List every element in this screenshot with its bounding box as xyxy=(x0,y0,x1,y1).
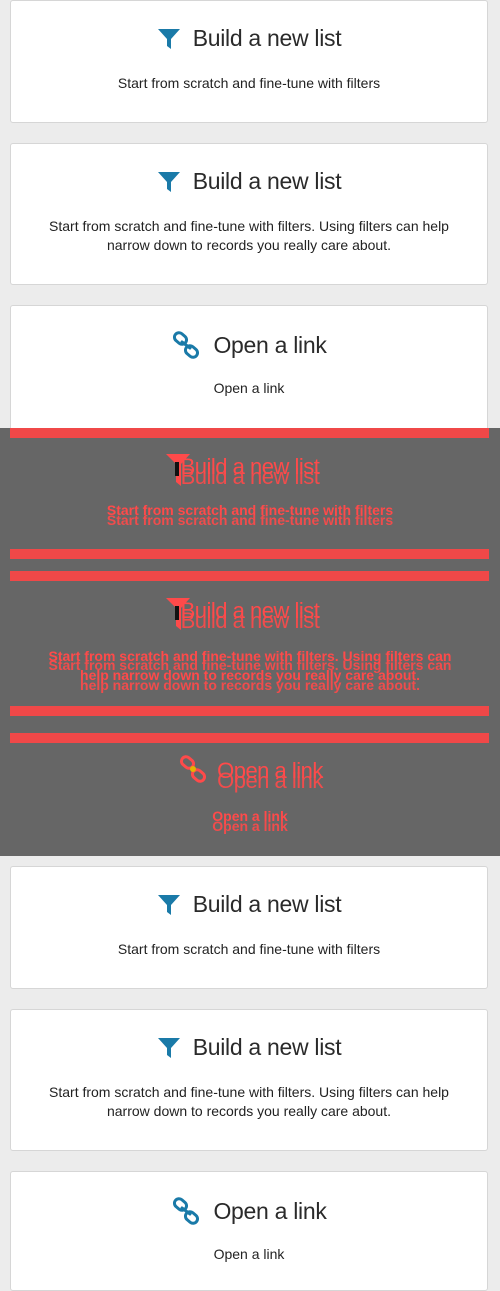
overlay-card-description: help narrow down to records you really c… xyxy=(80,677,420,693)
action-card-build-list[interactable]: Build a new list Start from scratch and … xyxy=(10,143,488,285)
overlay-card-title: Open a link xyxy=(217,768,323,793)
card-title: Build a new list xyxy=(11,168,487,195)
overlay-card-title: Build a new list xyxy=(180,464,320,489)
overlay-band: Build a new list Build a new list Start … xyxy=(0,428,500,856)
card-title-text: Build a new list xyxy=(192,891,342,917)
overlay-card-description: Open a link xyxy=(212,818,288,834)
card-description: Start from scratch and fine-tune with fi… xyxy=(49,1084,449,1119)
link-icon xyxy=(171,330,201,360)
overlay-bar xyxy=(10,571,489,581)
card-title-text: Build a new list xyxy=(192,1034,342,1060)
overlay-bar xyxy=(10,733,489,743)
action-card-open-link[interactable]: Open a link Open a link xyxy=(10,305,488,445)
card-title: Open a link xyxy=(11,330,487,360)
action-card-open-link[interactable]: Open a link Open a link xyxy=(10,1171,488,1291)
overlay-bar xyxy=(10,549,489,559)
overlay-bar xyxy=(10,428,489,438)
action-card-build-list[interactable]: Build a new list Start from scratch and … xyxy=(10,0,488,123)
card-description: Start from scratch and fine-tune with fi… xyxy=(49,218,449,253)
card-title-text: Open a link xyxy=(213,331,327,358)
action-card-build-list[interactable]: Build a new list Start from scratch and … xyxy=(10,1009,488,1151)
filter-icon xyxy=(157,893,181,917)
card-title-text: Build a new list xyxy=(192,25,342,51)
card-description: Open a link xyxy=(213,380,285,396)
action-card-build-list[interactable]: Build a new list Start from scratch and … xyxy=(10,866,488,989)
card-description: Start from scratch and fine-tune with fi… xyxy=(117,75,381,91)
card-title: Open a link xyxy=(11,1196,487,1226)
card-title: Build a new list xyxy=(11,891,487,918)
filter-icon xyxy=(157,170,181,194)
card-title-text: Build a new list xyxy=(192,168,342,194)
overlay-bar xyxy=(10,706,489,716)
overlay-card-title: Build a new list xyxy=(180,608,320,633)
card-description: Start from scratch and fine-tune with fi… xyxy=(117,941,381,957)
card-title: Build a new list xyxy=(11,25,487,52)
card-description: Open a link xyxy=(213,1246,285,1262)
filter-icon xyxy=(157,1036,181,1060)
overlay-card-description: Start from scratch and fine-tune with fi… xyxy=(106,512,394,528)
filter-icon xyxy=(157,27,181,51)
card-title-text: Open a link xyxy=(213,1197,327,1224)
link-icon xyxy=(171,1196,201,1226)
card-title: Build a new list xyxy=(11,1034,487,1061)
